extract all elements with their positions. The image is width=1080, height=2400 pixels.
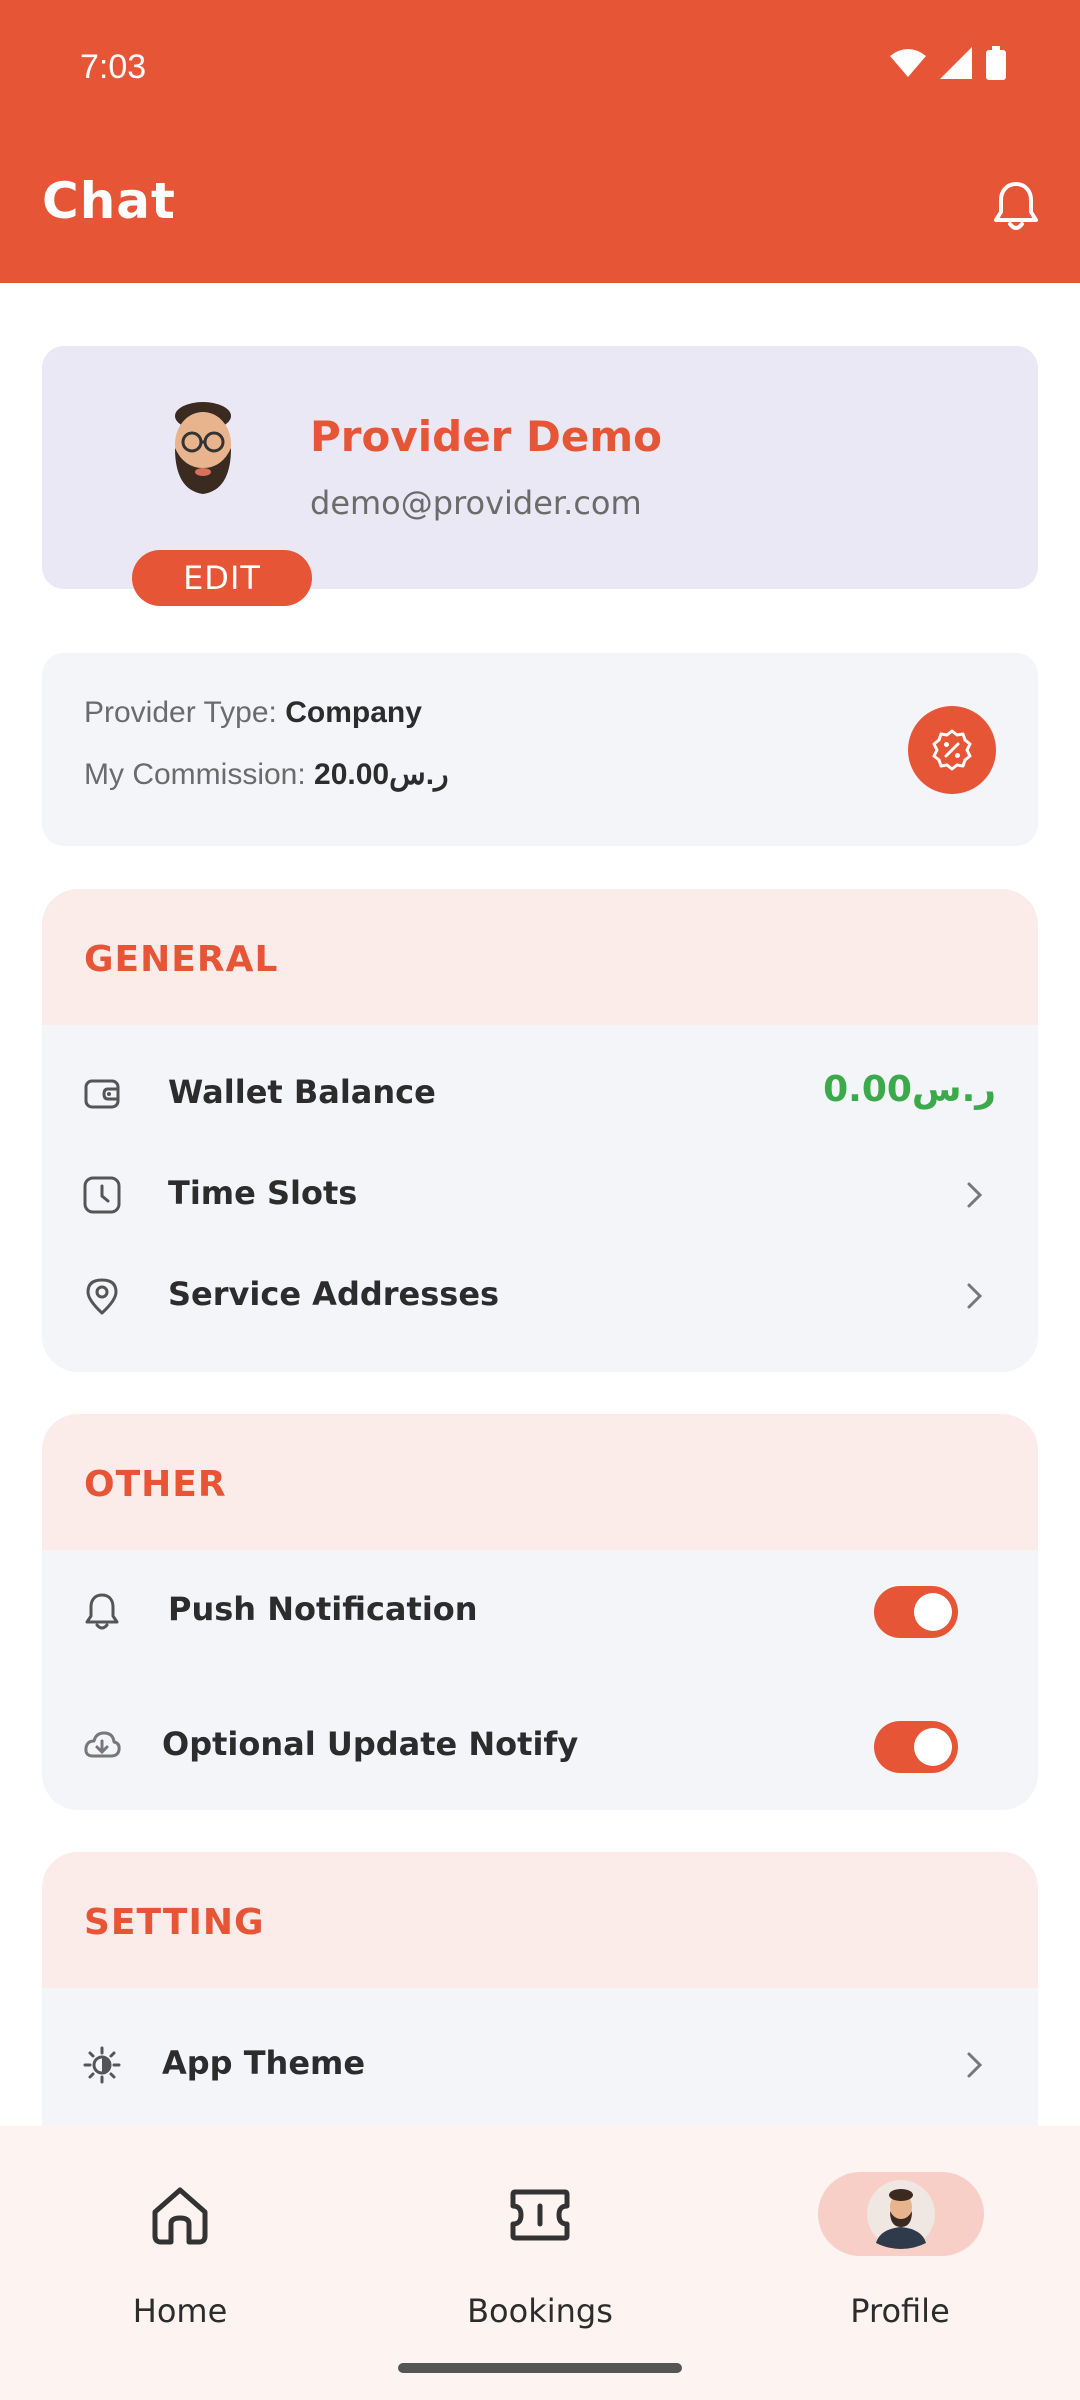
provider-type-value: Company [285,696,422,729]
other-section: OTHER Push Notification Optional Update … [42,1414,1038,1810]
wifi-icon [890,49,926,77]
setting-section-title: SETTING [84,1902,265,1943]
general-section: GENERAL Wallet Balance 0.00ر.س Time Slot… [42,889,1038,1372]
chevron-right-icon [967,2052,983,2078]
toggle-knob [914,1593,952,1631]
wallet-icon [84,1079,120,1109]
discount-badge-icon [932,729,972,771]
status-time: 7:03 [80,48,147,86]
app-theme-row[interactable]: App Theme [42,2020,1038,2110]
setting-section-header: SETTING [42,1852,1038,1988]
status-icons [890,46,1006,80]
page-title: Chat [42,172,176,230]
nav-bookings[interactable]: Bookings [420,2168,660,2358]
bell-icon [85,1593,119,1630]
nav-profile[interactable]: Profile [780,2168,1020,2358]
other-section-title: OTHER [84,1464,227,1505]
nav-home-label: Home [132,2292,228,2330]
push-notification-label: Push Notification [168,1590,478,1628]
edit-profile-button[interactable]: EDIT [132,550,312,606]
profile-avatar-icon [867,2180,935,2249]
wallet-balance-row[interactable]: Wallet Balance 0.00ر.س [42,1049,1038,1139]
app-header: 7:03 Chat [0,0,1080,283]
avatar-image [175,402,231,494]
app-theme-label: App Theme [162,2044,366,2082]
location-pin-icon [86,1278,118,1315]
provider-type-line: Provider Type: Company [84,696,422,730]
clock-icon [83,1176,121,1214]
profile-card: EDIT Provider Demo demo@provider.com [42,346,1038,606]
wallet-balance-value: 0.00ر.س [823,1069,996,1110]
commission-value: 20.00ر.س [314,758,449,791]
optional-update-row: Optional Update Notify [42,1701,1038,1791]
chevron-right-icon [967,1283,983,1309]
avatar[interactable]: EDIT [122,398,312,606]
home-indicator[interactable] [398,2363,682,2373]
theme-sun-icon [83,2046,121,2084]
signal-icon [940,47,972,79]
cloud-download-icon [84,1731,121,1758]
general-section-header: GENERAL [42,889,1038,1025]
time-slots-row[interactable]: Time Slots [42,1150,1038,1240]
provider-type-label: Provider Type: [84,696,277,729]
time-slots-label: Time Slots [168,1174,358,1212]
commission-line: My Commission: 20.00ر.س [84,757,449,792]
general-section-title: GENERAL [84,939,279,980]
bottom-navigation: Home Bookings Profile [0,2126,1080,2400]
other-section-header: OTHER [42,1414,1038,1550]
push-notification-toggle[interactable] [874,1586,958,1638]
nav-home[interactable]: Home [60,2168,300,2358]
ticket-icon [510,2189,570,2241]
provider-email: demo@provider.com [310,484,642,522]
push-notification-row: Push Notification [42,1566,1038,1656]
provider-info-card: Provider Type: Company My Commission: 20… [42,653,1038,846]
bell-icon [994,182,1038,230]
toggle-knob [914,1728,952,1766]
battery-icon [986,46,1006,80]
commission-button[interactable] [908,706,996,794]
commission-label: My Commission: [84,758,306,791]
service-addresses-label: Service Addresses [168,1275,500,1313]
service-addresses-row[interactable]: Service Addresses [42,1251,1038,1341]
optional-update-toggle[interactable] [874,1721,958,1773]
optional-update-label: Optional Update Notify [162,1725,579,1763]
home-icon [152,2187,208,2245]
nav-profile-label: Profile [850,2292,950,2330]
notification-button[interactable] [992,180,1040,236]
wallet-balance-label: Wallet Balance [168,1073,436,1111]
nav-bookings-label: Bookings [467,2292,613,2330]
provider-name: Provider Demo [310,412,662,461]
chevron-right-icon [967,1182,983,1208]
